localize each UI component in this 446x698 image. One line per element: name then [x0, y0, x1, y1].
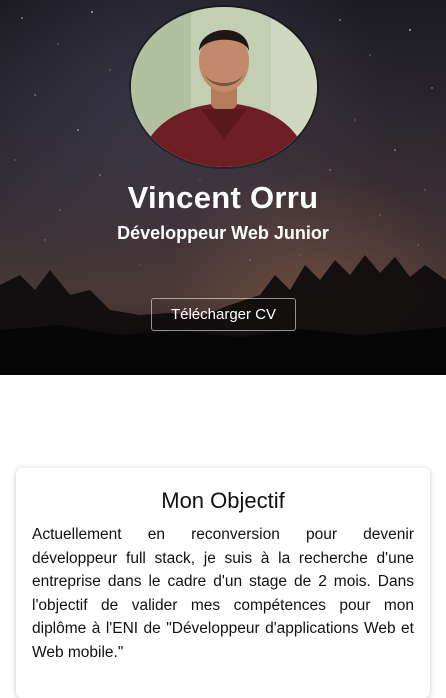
objective-title: Mon Objectif: [161, 488, 285, 513]
download-cv-button[interactable]: Télécharger CV: [151, 298, 296, 331]
profile-photo-icon: [131, 7, 317, 167]
objective-card: Mon Objectif Actuellement en reconversio…: [16, 468, 430, 698]
objective-text: Actuellement en reconversion pour deveni…: [32, 526, 414, 661]
avatar: [131, 7, 317, 167]
hero-banner: Vincent Orru Développeur Web Junior Télé…: [0, 0, 446, 375]
profile-name: Vincent Orru: [127, 180, 319, 215]
profile-role: Développeur Web Junior: [117, 223, 329, 243]
